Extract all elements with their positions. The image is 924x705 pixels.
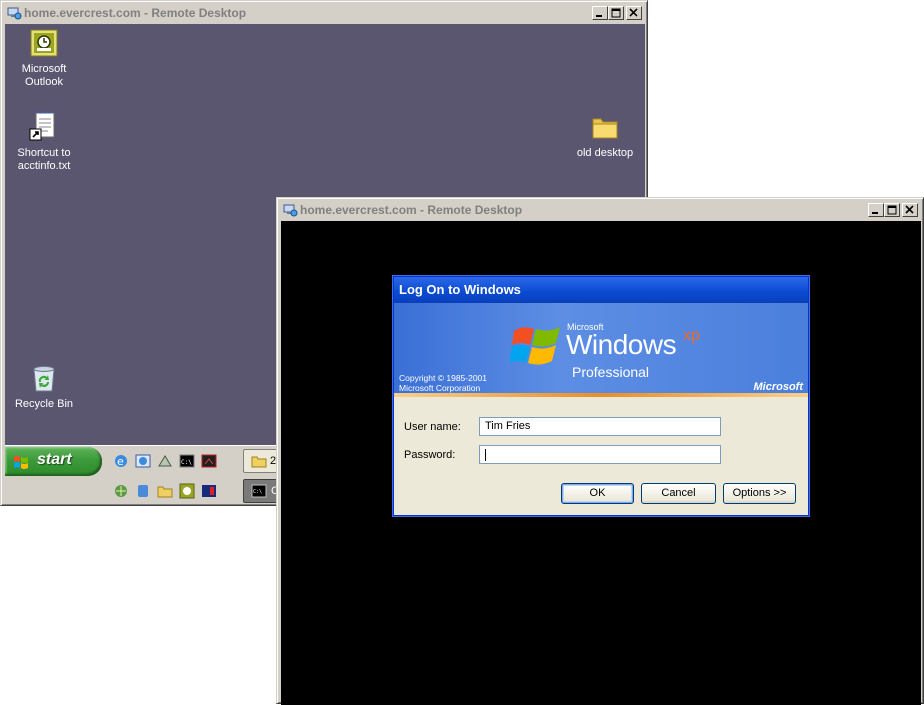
desktop-icon-old-desktop[interactable]: old desktop (565, 111, 645, 160)
banner-microsoft-logo: Microsoft (753, 381, 804, 393)
password-label: Password: (404, 449, 456, 461)
banner-divider (394, 393, 808, 397)
quick-launch-app1[interactable] (113, 483, 129, 499)
cmd-task-icon: C:\ (251, 484, 267, 498)
window-titlebar[interactable]: home.evercrest.com - Remote Desktop (280, 201, 920, 219)
quick-launch-show-desktop[interactable] (157, 453, 173, 469)
desktop-icon-recycle-bin[interactable]: Recycle Bin (5, 362, 84, 411)
minimize-button[interactable] (592, 6, 608, 20)
desktop-icon-label: Microsoft (21, 63, 67, 75)
close-icon (629, 8, 638, 17)
window-titlebar[interactable]: home.evercrest.com - Remote Desktop (4, 4, 644, 22)
messenger-icon (138, 485, 148, 497)
ok-button[interactable]: OK (561, 483, 634, 504)
windows-xp-banner: Microsoft Windows xp Professional Copyri… (394, 303, 808, 397)
username-value: Tim Fries (485, 420, 531, 432)
username-field[interactable]: Tim Fries (479, 417, 721, 436)
outlook-icon (30, 29, 58, 57)
quick-launch-row2 (113, 483, 217, 499)
banner-edition: Professional (572, 364, 650, 380)
quick-launch-app4[interactable] (179, 483, 195, 499)
banner-copyright-corp: Microsoft Corporation (399, 383, 481, 393)
show-desktop-icon (158, 455, 172, 467)
quick-launch-cmd[interactable]: C:\ (179, 453, 195, 469)
desktop-icon-label: Recycle Bin (14, 398, 74, 410)
close-button[interactable] (626, 6, 642, 20)
minimize-button[interactable] (868, 203, 884, 217)
remote-desktop-window-front[interactable]: home.evercrest.com - Remote Desktop Log … (276, 197, 924, 705)
username-label: User name: (404, 421, 461, 433)
quick-launch-row1: e C:\ (113, 453, 217, 469)
svg-text:C:\: C:\ (181, 459, 192, 466)
remote-desktop-screen[interactable]: Log On to Windows Microsoft Windows xp P… (281, 221, 921, 705)
close-icon (905, 205, 914, 214)
windows-flag-icon (14, 456, 28, 469)
desktop-icon-label: Outlook (25, 76, 63, 88)
start-label: start (37, 451, 72, 468)
desktop-icon-label: Shortcut to (17, 147, 71, 159)
svg-text:e: e (117, 455, 124, 468)
browser-icon (135, 454, 151, 468)
remote-desktop-icon (283, 204, 298, 217)
recycle-bin-icon (33, 366, 55, 392)
options-button[interactable]: Options >> (723, 483, 796, 504)
windows-logo-icon (510, 327, 560, 365)
text-caret (485, 449, 486, 461)
remote-desktop-icon (7, 7, 22, 20)
folder-icon (592, 118, 618, 139)
svg-text:C:\: C:\ (253, 489, 262, 495)
restore-button[interactable] (884, 203, 900, 217)
desktop-icon-acctinfo-shortcut[interactable]: Shortcut to acctinfo.txt (5, 111, 84, 173)
banner-xp: xp (683, 327, 700, 344)
media-icon (202, 485, 216, 497)
desktop-icon-label: acctinfo.txt (17, 160, 71, 172)
folder-task-icon (251, 456, 267, 468)
text-file-shortcut-icon (29, 111, 55, 141)
restore-icon (611, 8, 621, 18)
banner-windows: Windows (566, 329, 677, 360)
banner-copyright: Copyright © 1985-2001 (399, 373, 488, 383)
quick-launch-app2[interactable] (135, 483, 151, 499)
terminal-icon (201, 454, 217, 468)
window-title: home.evercrest.com - Remote Desktop (300, 203, 523, 217)
restore-button[interactable] (608, 6, 624, 20)
quick-launch-app3[interactable] (157, 483, 173, 499)
minimize-icon (872, 212, 878, 214)
cancel-button[interactable]: Cancel (641, 483, 716, 504)
desktop-icon-label: old desktop (576, 147, 634, 159)
start-button[interactable]: start (5, 447, 102, 476)
window-title: home.evercrest.com - Remote Desktop (24, 6, 247, 20)
outlook-small-icon (179, 483, 195, 499)
quick-launch-app5[interactable] (201, 483, 217, 499)
desktop-icon-outlook[interactable]: Microsoft Outlook (5, 27, 84, 89)
quick-launch-terminal[interactable] (201, 453, 217, 469)
command-prompt-icon: C:\ (179, 454, 195, 468)
quick-launch-browser[interactable] (135, 453, 151, 469)
logon-dialog-title: Log On to Windows (394, 277, 808, 303)
internet-explorer-icon: e (115, 455, 127, 468)
minimize-icon (596, 15, 602, 17)
logon-dialog: Log On to Windows Microsoft Windows xp P… (393, 276, 809, 516)
restore-icon (887, 205, 897, 215)
network-icon (115, 485, 127, 497)
folder-small-icon (157, 486, 173, 498)
close-button[interactable] (902, 203, 918, 217)
quick-launch-ie[interactable]: e (113, 453, 129, 469)
password-field[interactable] (479, 445, 721, 464)
